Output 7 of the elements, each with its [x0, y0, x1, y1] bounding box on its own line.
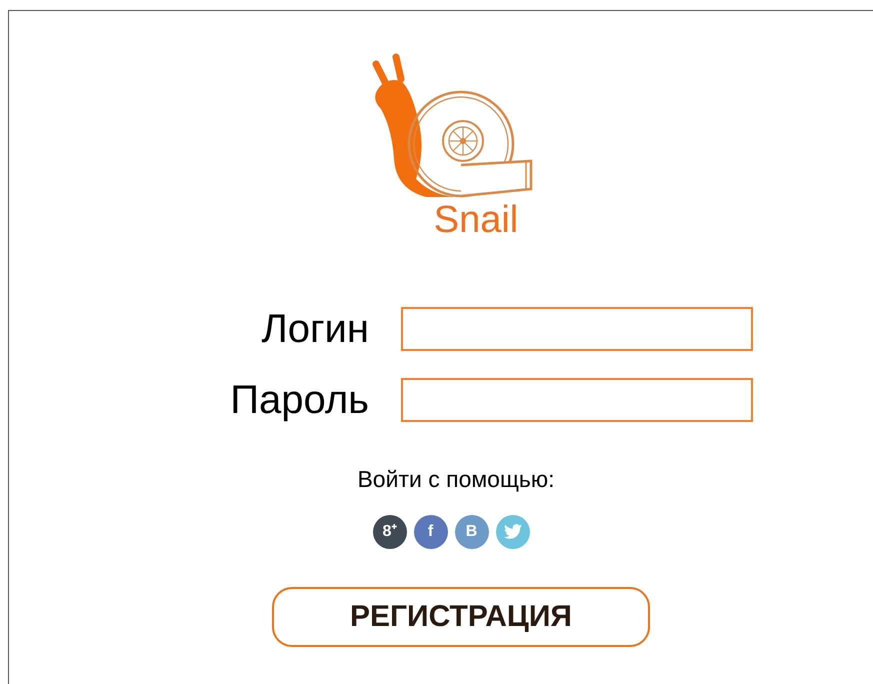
social-caption: Войти с помощью:	[357, 465, 555, 494]
social-login-button[interactable]: 8⁺	[372, 514, 406, 548]
field-label: Логин	[260, 309, 369, 349]
social-login-button[interactable]: f	[414, 514, 448, 548]
field-label: Пароль	[229, 380, 369, 420]
logo-text: Snail	[434, 201, 518, 239]
register-button[interactable]: РЕГИСТРАЦИЯ	[272, 586, 650, 646]
